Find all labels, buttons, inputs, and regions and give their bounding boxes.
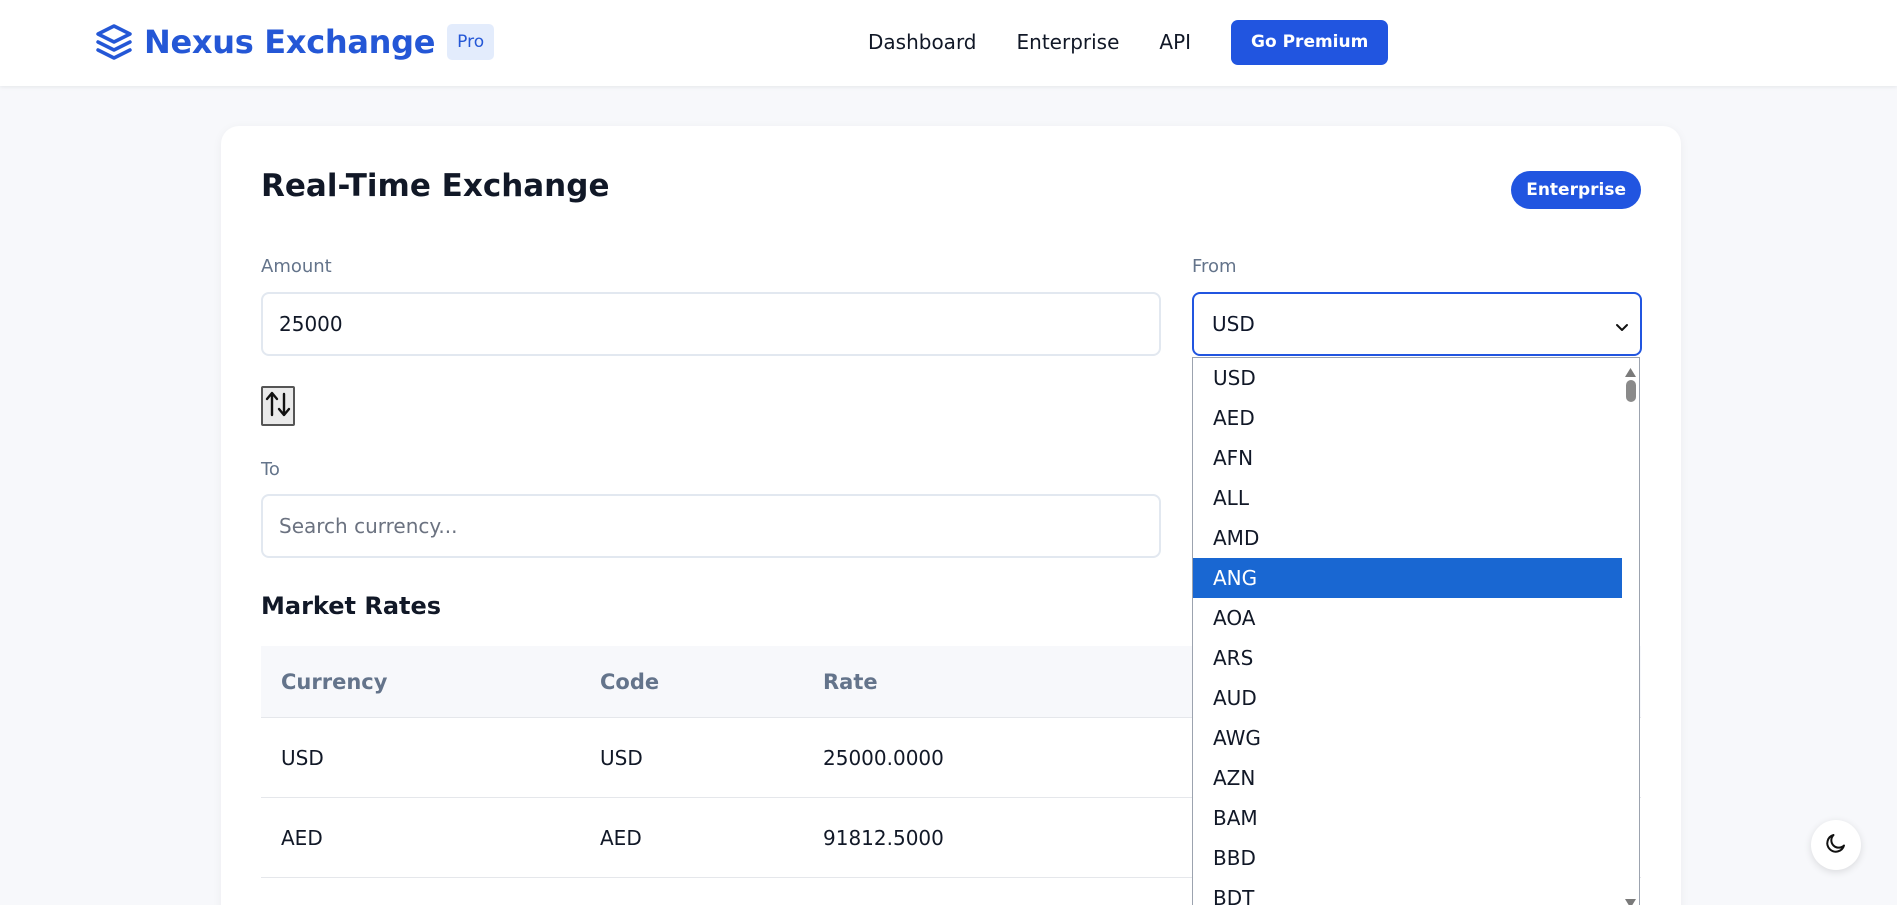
to-currency-search[interactable] bbox=[261, 494, 1161, 558]
dropdown-option[interactable]: BAM bbox=[1193, 798, 1623, 838]
dropdown-option[interactable]: ALL bbox=[1193, 478, 1623, 518]
to-search-input[interactable] bbox=[279, 496, 1159, 556]
amount-label: Amount bbox=[261, 256, 332, 277]
cell-currency: AED bbox=[281, 826, 323, 850]
dropdown-option[interactable]: AWG bbox=[1193, 718, 1623, 758]
dropdown-option[interactable]: USD bbox=[1193, 358, 1623, 398]
theme-toggle-button[interactable] bbox=[1811, 820, 1861, 870]
go-premium-button[interactable]: Go Premium bbox=[1231, 19, 1389, 65]
to-label: To bbox=[261, 459, 280, 480]
column-header-code[interactable]: Code bbox=[600, 670, 659, 694]
dropdown-option[interactable]: ARS bbox=[1193, 638, 1623, 678]
nav-enterprise[interactable]: Enterprise bbox=[1017, 30, 1120, 54]
scroll-down-arrow-icon[interactable] bbox=[1625, 893, 1636, 905]
main-nav: Dashboard Enterprise API Go Premium bbox=[868, 19, 1389, 65]
nav-dashboard[interactable]: Dashboard bbox=[868, 30, 977, 54]
layers-icon bbox=[94, 22, 134, 62]
enterprise-badge: Enterprise bbox=[1511, 171, 1641, 209]
dropdown-option[interactable]: BBD bbox=[1193, 838, 1623, 878]
dropdown-option[interactable]: BDT bbox=[1193, 878, 1623, 905]
cell-code: AED bbox=[600, 826, 642, 850]
dropdown-scrollbar[interactable] bbox=[1622, 358, 1639, 905]
swap-button[interactable] bbox=[261, 386, 295, 426]
cell-rate: 91812.5000 bbox=[823, 826, 944, 850]
from-currency-select[interactable]: USD bbox=[1192, 292, 1642, 356]
scroll-thumb[interactable] bbox=[1626, 380, 1636, 402]
cell-currency: USD bbox=[281, 746, 324, 770]
top-navbar: Nexus Exchange Pro Dashboard Enterprise … bbox=[0, 0, 1897, 86]
market-rates-title: Market Rates bbox=[261, 592, 442, 620]
brand-name: Nexus Exchange bbox=[144, 23, 436, 61]
dropdown-option[interactable]: AFN bbox=[1193, 438, 1623, 478]
dropdown-option[interactable]: AED bbox=[1193, 398, 1623, 438]
cell-rate: 25000.0000 bbox=[823, 746, 944, 770]
chevron-down-icon bbox=[1614, 316, 1630, 332]
from-currency-value: USD bbox=[1212, 312, 1255, 336]
brand[interactable]: Nexus Exchange Pro bbox=[94, 20, 495, 64]
dropdown-option[interactable]: AMD bbox=[1193, 518, 1623, 558]
column-header-currency[interactable]: Currency bbox=[281, 670, 387, 694]
nav-api[interactable]: API bbox=[1159, 30, 1191, 54]
amount-field[interactable]: 25000 bbox=[261, 292, 1161, 356]
dropdown-option[interactable]: AZN bbox=[1193, 758, 1623, 798]
amount-value: 25000 bbox=[279, 312, 343, 336]
cell-code: USD bbox=[600, 746, 643, 770]
pro-badge: Pro bbox=[447, 24, 495, 60]
dropdown-option[interactable]: AUD bbox=[1193, 678, 1623, 718]
scroll-up-arrow-icon[interactable] bbox=[1625, 362, 1636, 381]
moon-icon bbox=[1824, 831, 1848, 859]
from-label: From bbox=[1192, 256, 1237, 277]
dropdown-option[interactable]: ANG bbox=[1193, 558, 1623, 598]
from-currency-dropdown[interactable]: USD AED AFN ALL AMD ANG AOA ARS AUD AWG AZN BAM BBD B… bbox=[1192, 357, 1640, 905]
page-title: Real-Time Exchange bbox=[261, 168, 610, 204]
dropdown-options: USD AED AFN ALL AMD ANG AOA ARS AUD AWG AZN BAM BBD B… bbox=[1193, 358, 1639, 905]
swap-arrows-icon bbox=[265, 389, 291, 423]
column-header-rate[interactable]: Rate bbox=[823, 670, 878, 694]
dropdown-option[interactable]: AOA bbox=[1193, 598, 1623, 638]
